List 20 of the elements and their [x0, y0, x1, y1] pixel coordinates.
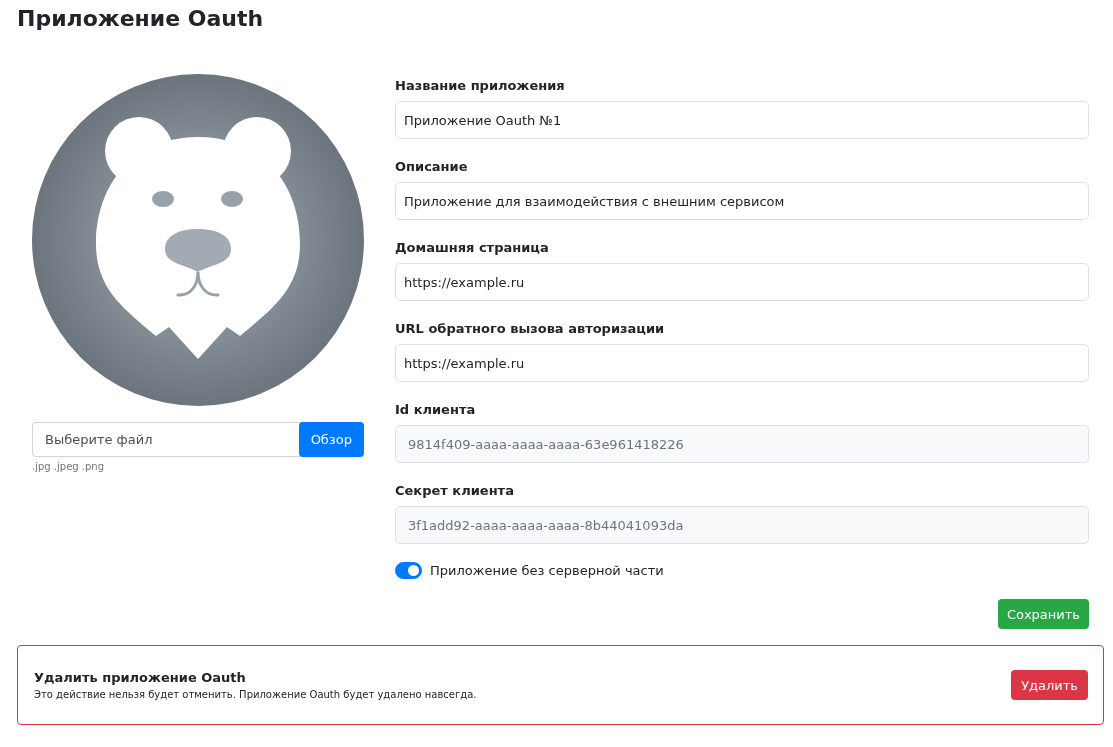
field-label: Id клиента	[395, 402, 476, 417]
field-label: Описание	[395, 159, 468, 174]
delete-button[interactable]: Удалить	[1011, 670, 1088, 700]
text-field[interactable]: https://example.ru	[395, 344, 1089, 382]
text-field[interactable]: Приложение Oauth №1	[395, 101, 1089, 139]
danger-zone-title: Удалить приложение Oauth	[34, 670, 247, 685]
field-label: Секрет клиента	[395, 483, 514, 498]
file-field[interactable]: Выберите файл Обзор	[32, 422, 364, 457]
text-field[interactable]: https://example.ru	[395, 263, 1089, 301]
toggle-label: Приложение без серверной части	[430, 563, 664, 578]
field-label: Домашняя страница	[395, 240, 549, 255]
page-title: Приложение Oauth	[17, 5, 264, 33]
save-button[interactable]: Сохранить	[997, 599, 1089, 629]
danger-zone-description: Это действие нельзя будет отменить. Приложение Oauth будет удалено навсегда.	[34, 689, 477, 700]
toggle-switch[interactable]	[395, 562, 422, 579]
text-field[interactable]: Приложение для взаимодействия с внешним сервисом	[395, 182, 1089, 220]
field-label: Название приложения	[395, 78, 565, 93]
field-label: URL обратного вызова авторизации	[395, 321, 665, 336]
file-types-hint: .jpg .jpeg .png	[32, 461, 106, 472]
browse-button[interactable]: Обзор	[298, 422, 364, 457]
